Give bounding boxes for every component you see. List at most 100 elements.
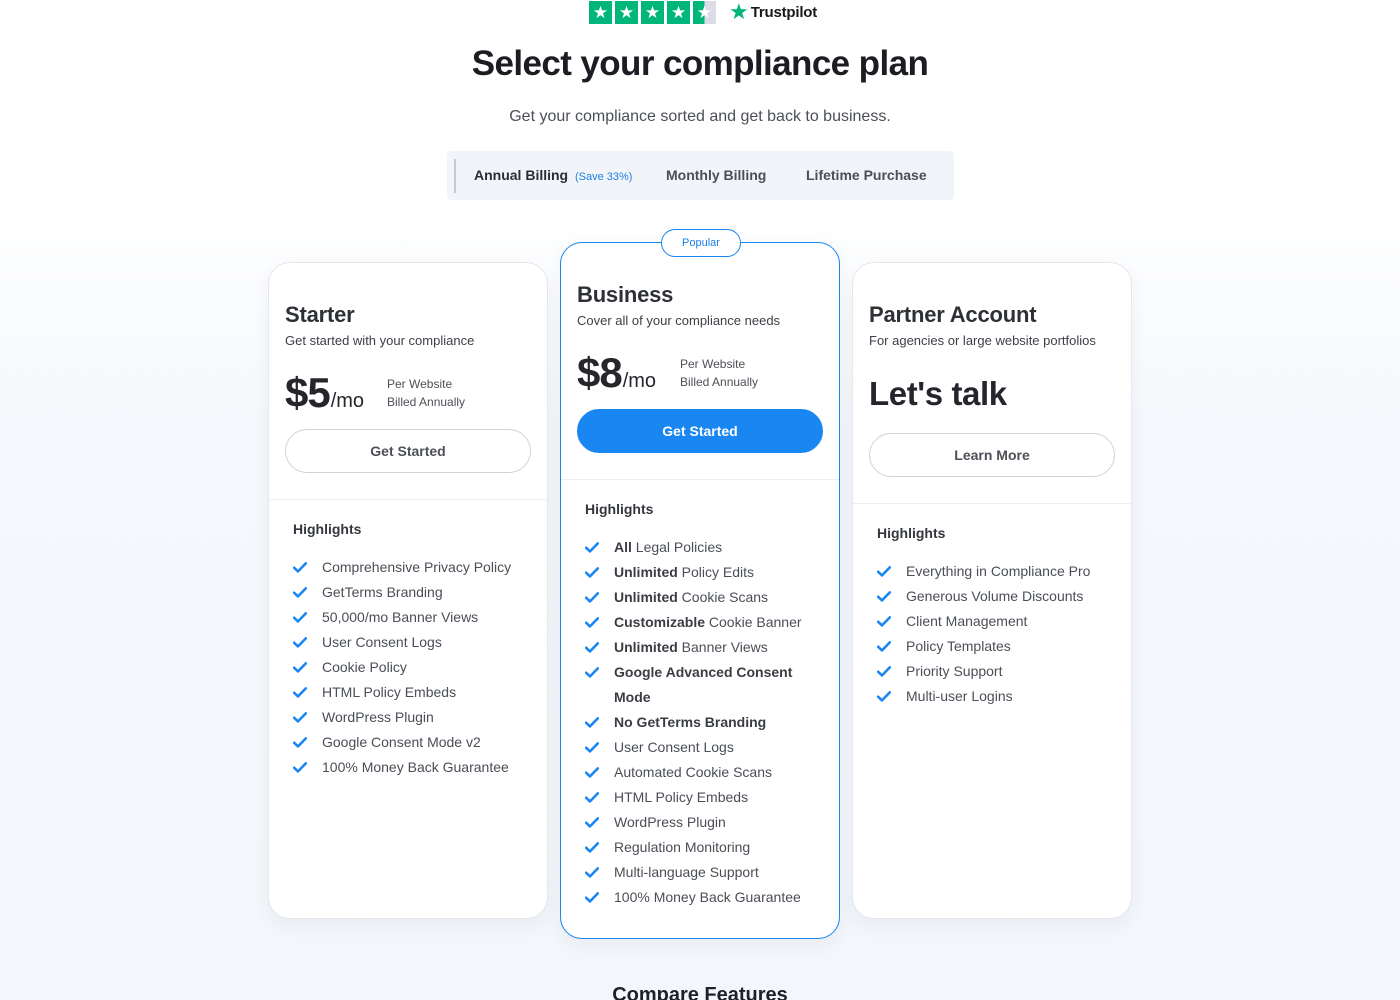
- feature-text: Unlimited Cookie Scans: [614, 585, 768, 610]
- feature-text: Unlimited Banner Views: [614, 635, 768, 660]
- plan-description: For agencies or large website portfolios: [869, 333, 1096, 348]
- trustpilot-star-icon: ★: [729, 0, 749, 24]
- feature-label: Comprehensive Privacy Policy: [322, 559, 512, 575]
- star-icon: ★: [667, 0, 690, 24]
- check-icon: [585, 860, 599, 885]
- page-subtitle: Get your compliance sorted and get back …: [509, 108, 891, 125]
- feature-item: 100% Money Back Guarantee: [293, 755, 523, 780]
- plan-price: $5 /mo: [285, 369, 364, 417]
- feature-text: Regulation Monitoring: [614, 835, 750, 860]
- check-icon: [293, 680, 307, 705]
- active-tab-indicator: [454, 159, 456, 193]
- tab-monthly-billing[interactable]: Monthly Billing: [666, 167, 766, 183]
- feature-item: 50,000/mo Banner Views: [293, 605, 523, 630]
- price-period: /mo: [330, 390, 365, 412]
- check-icon: [877, 559, 891, 584]
- feature-text: Generous Volume Discounts: [906, 584, 1083, 609]
- feature-label: HTML Policy Embeds: [322, 684, 457, 700]
- feature-text: 50,000/mo Banner Views: [322, 605, 478, 630]
- check-icon: [585, 660, 599, 685]
- feature-label: Multi-user Logins: [906, 688, 1013, 704]
- check-icon: [877, 684, 891, 709]
- check-icon: [585, 560, 599, 585]
- feature-label: GetTerms Branding: [322, 584, 443, 600]
- plan-card-partner: Partner Account For agencies or large we…: [852, 262, 1132, 919]
- feature-label: Regulation Monitoring: [614, 839, 751, 855]
- check-icon: [585, 760, 599, 785]
- popular-badge: Popular: [661, 229, 741, 257]
- feature-item: 100% Money Back Guarantee: [585, 885, 815, 910]
- feature-text: Everything in Compliance Pro: [906, 559, 1090, 584]
- star-icon: ★: [641, 0, 664, 24]
- feature-emphasis: All: [614, 539, 632, 555]
- check-icon: [293, 630, 307, 655]
- feature-text: GetTerms Branding: [322, 580, 443, 605]
- feature-label: Everything in Compliance Pro: [906, 563, 1091, 579]
- feature-item: Client Management: [877, 609, 1107, 634]
- feature-item: Everything in Compliance Pro: [877, 559, 1107, 584]
- feature-label: HTML Policy Embeds: [614, 789, 749, 805]
- feature-text: Multi-language Support: [614, 860, 759, 885]
- plan-description: Get started with your compliance: [285, 333, 475, 348]
- feature-text: User Consent Logs: [322, 630, 442, 655]
- get-started-button[interactable]: Get Started: [577, 409, 823, 453]
- tab-annual-billing[interactable]: Annual Billing (Save 33%): [474, 167, 632, 183]
- feature-item: Multi-language Support: [585, 860, 815, 885]
- feature-text: Unlimited Policy Edits: [614, 560, 754, 585]
- feature-item: Policy Templates: [877, 634, 1107, 659]
- plan-description: Cover all of your compliance needs: [577, 313, 781, 328]
- feature-label: Multi-language Support: [614, 864, 759, 880]
- feature-item: WordPress Plugin: [585, 810, 815, 835]
- feature-text: Google Advanced Consent Mode: [614, 660, 815, 710]
- learn-more-button[interactable]: Learn More: [869, 433, 1115, 477]
- feature-list: All Legal Policies Unlimited Policy Edits…: [585, 535, 815, 910]
- price-note-line: Billed Annually: [680, 375, 759, 389]
- tab-lifetime-purchase[interactable]: Lifetime Purchase: [806, 167, 927, 183]
- feature-text: Google Consent Mode v2: [322, 730, 481, 755]
- star-icon: ★: [615, 0, 638, 24]
- price-note-line: Per Website: [387, 377, 453, 391]
- plan-name: Business: [577, 282, 674, 307]
- price-amount: $8: [577, 349, 623, 396]
- trustpilot-stars: ★ ★ ★ ★ ★: [589, 0, 716, 24]
- feature-label: User Consent Logs: [322, 634, 442, 650]
- feature-text: HTML Policy Embeds: [322, 680, 456, 705]
- feature-text: WordPress Plugin: [614, 810, 726, 835]
- price-period: /mo: [622, 370, 657, 392]
- check-icon: [585, 585, 599, 610]
- feature-text: Policy Templates: [906, 634, 1011, 659]
- check-icon: [293, 605, 307, 630]
- feature-item: Google Consent Mode v2: [293, 730, 523, 755]
- feature-item: Unlimited Banner Views: [585, 635, 815, 660]
- trustpilot-rating[interactable]: ★ ★ ★ ★ ★ ★ Trustpilot: [589, 0, 817, 24]
- highlights-title: Highlights: [585, 501, 654, 517]
- price-note-line: Per Website: [680, 357, 746, 371]
- check-icon: [293, 655, 307, 680]
- feature-label: Policy Templates: [906, 638, 1011, 654]
- feature-label: Google Consent Mode v2: [322, 734, 481, 750]
- feature-label: Policy Edits: [677, 564, 755, 580]
- feature-label: Cookie Policy: [322, 659, 407, 675]
- feature-item: Cookie Policy: [293, 655, 523, 680]
- feature-emphasis: Unlimited: [614, 639, 678, 655]
- price-note-line: Billed Annually: [387, 395, 466, 409]
- feature-text: 100% Money Back Guarantee: [614, 885, 801, 910]
- feature-item: Comprehensive Privacy Policy: [293, 555, 523, 580]
- feature-label: Legal Policies: [631, 539, 723, 555]
- star-half-icon: ★: [693, 0, 716, 24]
- feature-label: 100% Money Back Guarantee: [614, 889, 801, 905]
- feature-list: Comprehensive Privacy Policy GetTerms Bra…: [293, 555, 523, 780]
- check-icon: [585, 810, 599, 835]
- check-icon: [585, 535, 599, 560]
- feature-item: Priority Support: [877, 659, 1107, 684]
- feature-label: WordPress Plugin: [614, 814, 726, 830]
- page-title: Select your compliance plan: [471, 44, 929, 83]
- check-icon: [585, 835, 599, 860]
- plan-card-business: Popular Business Cover all of your compl…: [560, 229, 840, 939]
- feature-item: Unlimited Policy Edits: [585, 560, 815, 585]
- check-icon: [293, 555, 307, 580]
- divider: [269, 499, 547, 500]
- save-badge: (Save 33%): [575, 171, 633, 183]
- get-started-button[interactable]: Get Started: [285, 429, 531, 473]
- feature-item: All Legal Policies: [585, 535, 815, 560]
